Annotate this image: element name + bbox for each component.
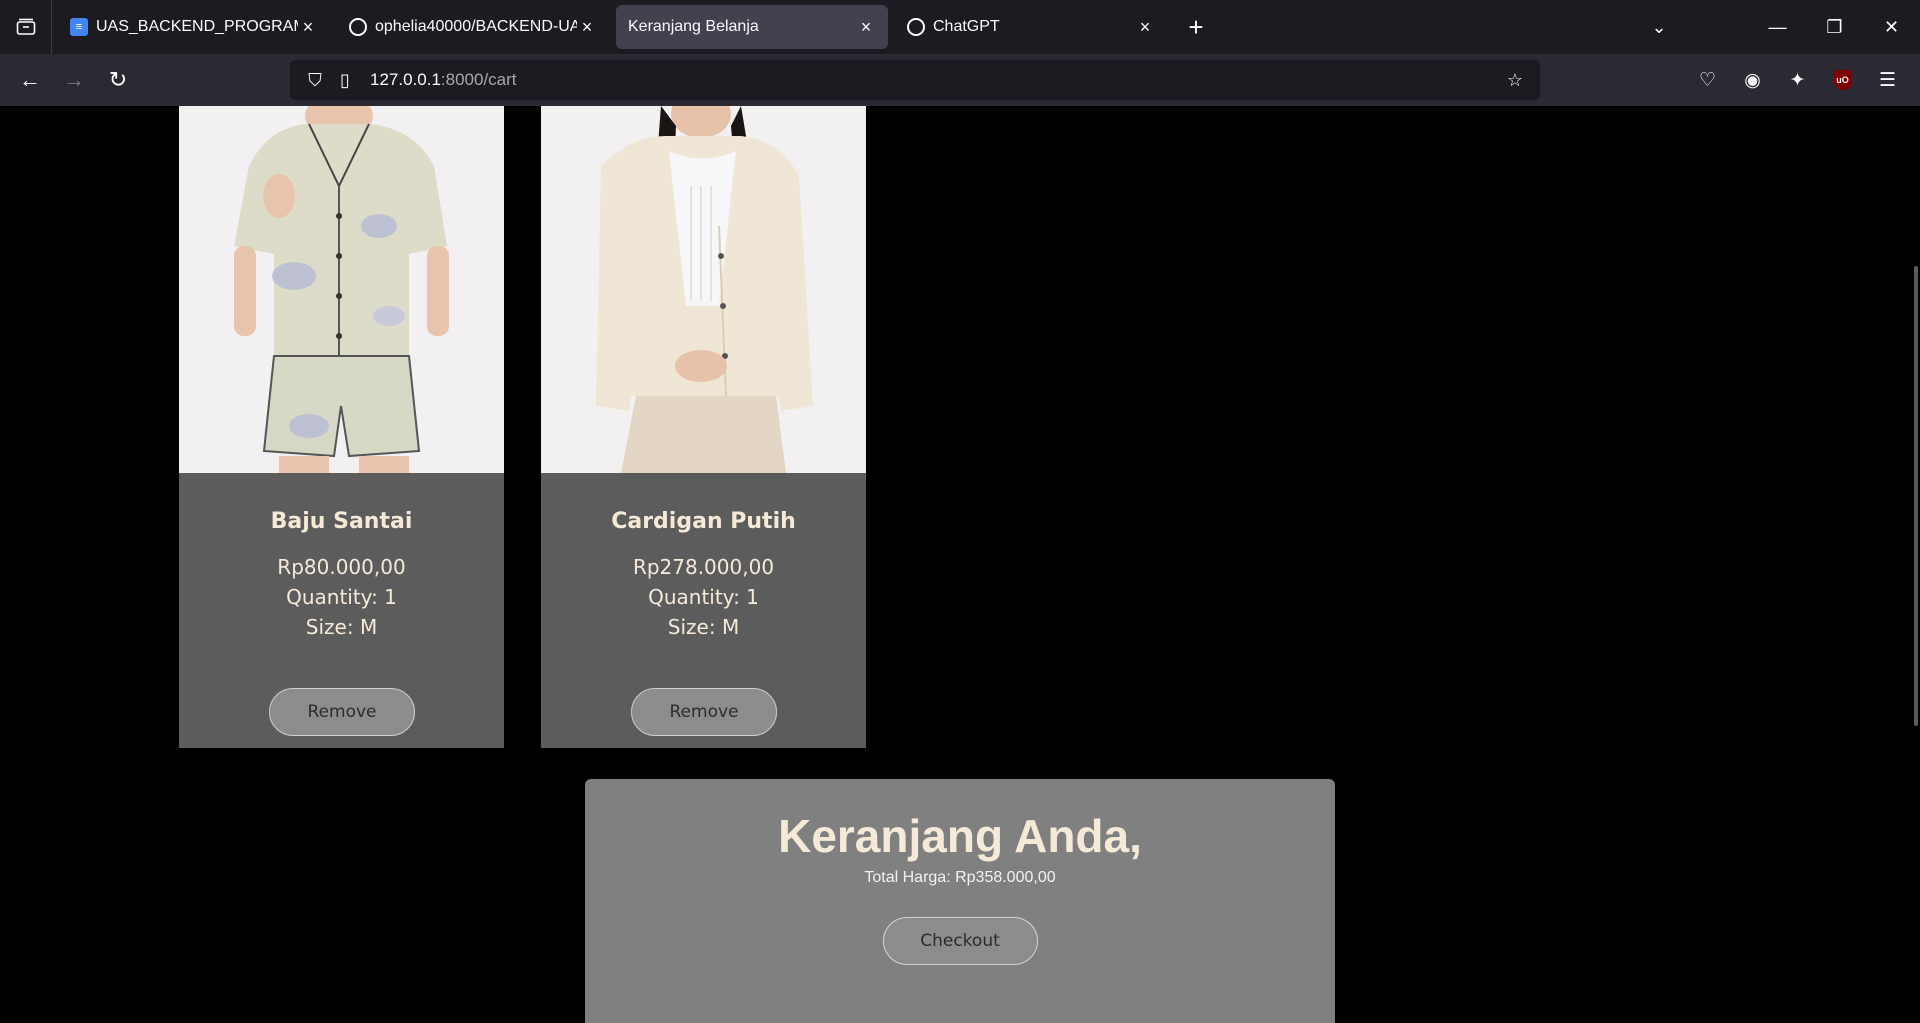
item-quantity: Quantity: 1 — [648, 585, 759, 609]
close-window-button[interactable]: ✕ — [1863, 0, 1920, 54]
tab-strip: ≡ UAS_BACKEND_PROGRAMMING × ophelia40000… — [52, 0, 1214, 54]
window-controls: ⌄ — ❐ ✕ — [1639, 0, 1920, 54]
tab-chatgpt[interactable]: ChatGPT × — [895, 5, 1167, 49]
reload-button[interactable]: ↻ — [96, 58, 140, 102]
reload-icon: ↻ — [108, 67, 128, 92]
remove-button[interactable]: Remove — [631, 688, 777, 736]
ublock-icon: uO — [1833, 70, 1852, 90]
forward-arrow-icon: → — [63, 67, 85, 92]
tab-overview-button[interactable] — [0, 0, 52, 54]
remove-button[interactable]: Remove — [269, 688, 415, 736]
cart-heading: Keranjang Anda, — [778, 810, 1142, 862]
close-icon[interactable]: × — [298, 17, 318, 38]
cart-summary: Keranjang Anda, Total Harga: Rp358.000,0… — [585, 779, 1335, 1023]
url-text[interactable]: 127.0.0.1:8000/cart — [370, 70, 1500, 90]
checkout-button[interactable]: Checkout — [882, 917, 1038, 965]
back-button[interactable]: ← — [8, 58, 52, 102]
tab-title: Keranjang Belanja — [628, 18, 759, 35]
close-icon: ✕ — [1883, 16, 1900, 37]
minimize-button[interactable]: — — [1749, 0, 1806, 54]
item-size: Size: M — [305, 615, 378, 639]
new-tab-button[interactable]: + — [1178, 9, 1214, 45]
pocket-button[interactable]: ♡ — [1685, 60, 1730, 100]
ublock-button[interactable]: uO — [1820, 60, 1865, 100]
shield-icon[interactable]: ⛉ — [300, 70, 330, 91]
total-price: Total Harga: Rp358.000,00 — [864, 869, 1056, 886]
forward-button[interactable]: → — [52, 58, 96, 102]
tab-keranjang-belanja[interactable]: Keranjang Belanja × — [616, 5, 888, 49]
tab-title: UAS_BACKEND_PROGRAMMING — [96, 18, 298, 35]
item-size: Size: M — [667, 615, 740, 639]
account-button[interactable]: ◉ — [1730, 60, 1775, 100]
tab-uas-backend[interactable]: ≡ UAS_BACKEND_PROGRAMMING × — [58, 5, 330, 49]
tab-title: ophelia40000/BACKEND-UAS — [375, 18, 577, 35]
minimize-icon: — — [1768, 16, 1787, 37]
item-quantity: Quantity: 1 — [286, 585, 397, 609]
close-icon[interactable]: × — [1135, 17, 1155, 38]
back-arrow-icon: ← — [19, 67, 41, 92]
item-name: Baju Santai — [270, 509, 413, 534]
tab-title: ChatGPT — [933, 18, 1000, 35]
tab-github[interactable]: ophelia40000/BACKEND-UAS × — [337, 5, 609, 49]
cart-item-card: Cardigan Putih Rp278.000,00 Quantity: 1 … — [541, 106, 866, 748]
close-icon[interactable]: × — [577, 17, 597, 38]
toolbar-actions: ♡ ◉ ✦ uO ☰ — [1685, 60, 1910, 100]
page-icon: ▯ — [340, 69, 350, 90]
chevron-down-icon: ⌄ — [1651, 16, 1667, 37]
star-icon[interactable]: ☆ — [1500, 70, 1530, 91]
cart-item-card: Baju Santai Rp80.000,00 Quantity: 1 Size… — [179, 106, 504, 748]
plus-icon: + — [1188, 11, 1204, 42]
close-icon[interactable]: × — [856, 17, 876, 38]
puzzle-icon: ✦ — [1789, 69, 1806, 91]
hamburger-menu-icon: ☰ — [1878, 69, 1897, 91]
page-content: Baju Santai Rp80.000,00 Quantity: 1 Size… — [0, 106, 1920, 1023]
white-cardigan-photo — [541, 106, 866, 473]
address-bar[interactable]: ⛉ ▯ 127.0.0.1:8000/cart ☆ — [290, 60, 1540, 100]
list-all-tabs-button[interactable]: ⌄ — [1639, 17, 1679, 38]
tab-overview-icon — [16, 18, 35, 35]
chatgpt-icon — [907, 18, 925, 36]
pocket-icon: ♡ — [1698, 69, 1717, 91]
item-price: Rp278.000,00 — [632, 555, 775, 579]
item-name: Cardigan Putih — [611, 509, 796, 534]
page-scrollbar[interactable] — [1914, 266, 1918, 726]
item-price: Rp80.000,00 — [277, 555, 406, 579]
nav-bar: ← → ↻ ⛉ ▯ 127.0.0.1:8000/cart ☆ ♡ ◉ ✦ uO… — [0, 54, 1920, 106]
tab-bar: ≡ UAS_BACKEND_PROGRAMMING × ophelia40000… — [0, 0, 1920, 54]
restore-icon: ❐ — [1826, 16, 1843, 37]
extensions-button[interactable]: ✦ — [1775, 60, 1820, 100]
restore-button[interactable]: ❐ — [1806, 0, 1863, 54]
github-icon — [349, 18, 367, 36]
pajama-set-photo — [179, 106, 504, 473]
menu-button[interactable]: ☰ — [1865, 60, 1910, 100]
docs-icon: ≡ — [70, 18, 88, 36]
account-icon: ◉ — [1744, 69, 1761, 91]
